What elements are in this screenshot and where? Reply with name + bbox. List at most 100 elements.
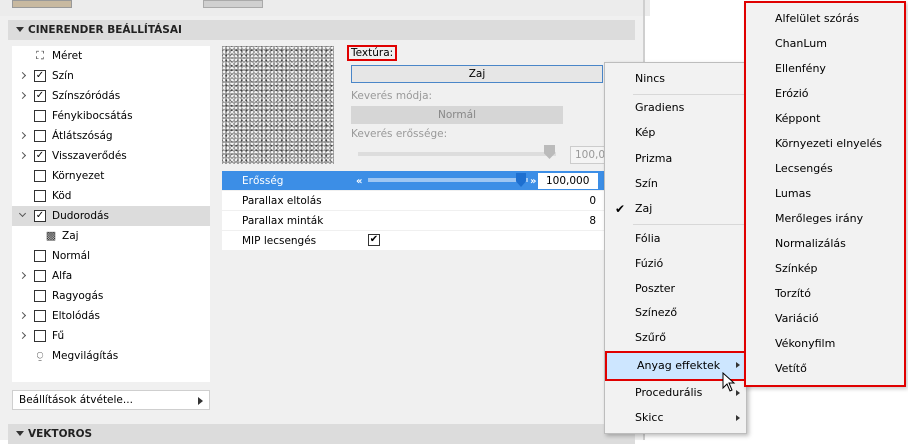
menu-item-poszter[interactable]: Poszter: [605, 277, 746, 301]
check-icon: ✔: [615, 202, 626, 216]
expand-chevron-icon[interactable]: [18, 151, 27, 160]
submenu-arrow-icon: [198, 397, 203, 405]
checkbox[interactable]: [34, 130, 46, 142]
tree-item-alfa[interactable]: Alfa: [12, 266, 210, 286]
checkbox[interactable]: [34, 330, 46, 342]
checkbox[interactable]: ✓: [34, 90, 46, 102]
tree-item-eltolodas[interactable]: Eltolódás: [12, 306, 210, 326]
expand-chevron-icon[interactable]: [18, 71, 27, 80]
submenu-item-ellenfeny[interactable]: Ellenfény: [746, 56, 904, 81]
expand-chevron-icon[interactable]: [18, 91, 27, 100]
checkbox[interactable]: [34, 110, 46, 122]
lighting-icon: ⍜: [36, 349, 44, 362]
tree-item-szinszorodas[interactable]: ✓ Színszóródás: [12, 86, 210, 106]
menu-item-gradiens[interactable]: Gradiens: [605, 96, 746, 120]
submenu-item-vetito[interactable]: Vetítő: [746, 356, 904, 381]
tree-item-fenykibocsatas[interactable]: Fénykibocsátás: [12, 106, 210, 126]
menu-item-szin[interactable]: Szín: [605, 172, 746, 196]
submenu-item-lumas[interactable]: Lumas: [746, 181, 904, 206]
texture-label: Textúra:: [347, 45, 398, 61]
checkbox[interactable]: [34, 290, 46, 302]
expand-chevron-icon[interactable]: [18, 131, 27, 140]
checkbox[interactable]: [34, 270, 46, 282]
blend-strength-label: Keverés erőssége:: [351, 128, 448, 140]
menu-item-skicc[interactable]: Skicc: [605, 406, 746, 430]
checkbox[interactable]: [34, 190, 46, 202]
submenu-item-torzito[interactable]: Torzító: [746, 281, 904, 306]
checkbox[interactable]: [34, 250, 46, 262]
tree-item-atlatszosag[interactable]: Átlátszóság: [12, 126, 210, 146]
decrease-chevron-icon[interactable]: «: [356, 176, 362, 187]
texture-preview: [222, 46, 334, 164]
menu-item-zaj[interactable]: ✔ Zaj: [605, 197, 746, 221]
menu-item-fuzio[interactable]: Fúzió: [605, 252, 746, 276]
menu-item-kep[interactable]: Kép: [605, 121, 746, 145]
noise-icon: ▩: [45, 229, 57, 242]
transfer-settings-button[interactable]: Beállítások átvétele...: [12, 390, 210, 410]
menu-item-folia[interactable]: Fólia: [605, 227, 746, 251]
tree-item-normal[interactable]: Normál: [12, 246, 210, 266]
checkbox[interactable]: ✓: [34, 150, 46, 162]
param-row-mip-falloff[interactable]: MIP lecsengés: [222, 231, 604, 251]
section-header-cinerender[interactable]: CINERENDER BEÁLLÍTÁSAI: [8, 20, 635, 40]
submenu-item-alfelulet-szoras[interactable]: Alfelület szórás: [746, 6, 904, 31]
blend-strength-input[interactable]: 100,0: [570, 146, 606, 164]
tree-item-megvilagitas[interactable]: ⍜ Megvilágítás: [12, 346, 210, 366]
menu-item-prizma[interactable]: Prizma: [605, 147, 746, 171]
collapse-triangle-icon: [16, 27, 24, 32]
blend-strength-slider[interactable]: [358, 152, 556, 156]
tree-item-fu[interactable]: Fű: [12, 326, 210, 346]
increase-chevron-icon[interactable]: »: [530, 176, 536, 187]
checkbox[interactable]: [34, 310, 46, 322]
blend-mode-label: Keverés módja:: [351, 90, 433, 102]
expand-chevron-icon[interactable]: [18, 271, 27, 280]
submenu-item-vekonyfilm[interactable]: Vékonyfilm: [746, 331, 904, 356]
section-title: CINERENDER BEÁLLÍTÁSAI: [28, 24, 182, 36]
checkbox[interactable]: [34, 170, 46, 182]
submenu-item-kornyezeti-elnyeles[interactable]: Környezeti elnyelés: [746, 131, 904, 156]
collapse-triangle-icon: [16, 431, 24, 436]
submenu-item-normalizalas[interactable]: Normalizálás: [746, 231, 904, 256]
strength-input[interactable]: 100,000: [538, 173, 598, 189]
blend-mode-button[interactable]: Normál: [351, 106, 563, 124]
size-icon: ⛶: [36, 49, 44, 62]
submenu-arrow-icon: [736, 415, 740, 421]
expand-chevron-icon[interactable]: [18, 311, 27, 320]
tree-item-szin[interactable]: ✓ Szín: [12, 66, 210, 86]
section-header-vektoros[interactable]: VEKTOROS: [8, 424, 635, 444]
tree-item-meret[interactable]: ⛶ Méret: [12, 46, 210, 66]
menu-item-szinezo[interactable]: Színező: [605, 301, 746, 325]
tree-item-kod[interactable]: Köd: [12, 186, 210, 206]
submenu-item-variacio[interactable]: Variáció: [746, 306, 904, 331]
material-thumbnail: [12, 0, 72, 8]
menu-item-nincs[interactable]: Nincs: [605, 67, 746, 91]
submenu-item-merolegeges-irany[interactable]: Merőleges irány: [746, 206, 904, 231]
submenu-item-lecsenges[interactable]: Lecsengés: [746, 156, 904, 181]
tree-item-ragyogas[interactable]: Ragyogás: [12, 286, 210, 306]
checkbox[interactable]: ✓: [34, 70, 46, 82]
checkbox[interactable]: ✓: [34, 210, 46, 222]
submenu-item-keppont[interactable]: Képpont: [746, 106, 904, 131]
submenu-item-szinkep[interactable]: Színkép: [746, 256, 904, 281]
material-thumbnail-2: [203, 0, 263, 8]
channel-tree: ⛶ Méret ✓ Szín ✓ Színszóródás Fénykibocs…: [12, 46, 210, 382]
menu-item-szuro[interactable]: Szűrő: [605, 326, 746, 350]
texture-select-button[interactable]: Zaj: [351, 65, 603, 83]
tree-item-dudorodas[interactable]: ✓ Dudorodás: [12, 206, 210, 226]
mouse-cursor-icon: [722, 372, 736, 392]
mip-falloff-checkbox[interactable]: ✔: [368, 234, 380, 246]
expand-chevron-icon[interactable]: [18, 331, 27, 340]
material-effects-submenu: Alfelület szórás ChanLum Ellenfény Erózi…: [744, 1, 906, 387]
tree-item-visszaverodes[interactable]: ✓ Visszaverődés: [12, 146, 210, 166]
submenu-item-erozio[interactable]: Erózió: [746, 81, 904, 106]
tree-item-zaj[interactable]: ▩ Zaj: [12, 226, 210, 246]
collapse-chevron-icon[interactable]: [18, 209, 27, 218]
param-row-parallax-offset[interactable]: Parallax eltolás 0: [222, 191, 604, 211]
tree-item-kornyezet[interactable]: Környezet: [12, 166, 210, 186]
submenu-item-chanlum[interactable]: ChanLum: [746, 31, 904, 56]
strength-slider[interactable]: [368, 178, 528, 182]
submenu-arrow-icon: [736, 362, 740, 368]
param-row-parallax-samples[interactable]: Parallax minták 8: [222, 211, 604, 231]
top-strip: [0, 0, 650, 16]
menu-separator: [633, 94, 745, 95]
